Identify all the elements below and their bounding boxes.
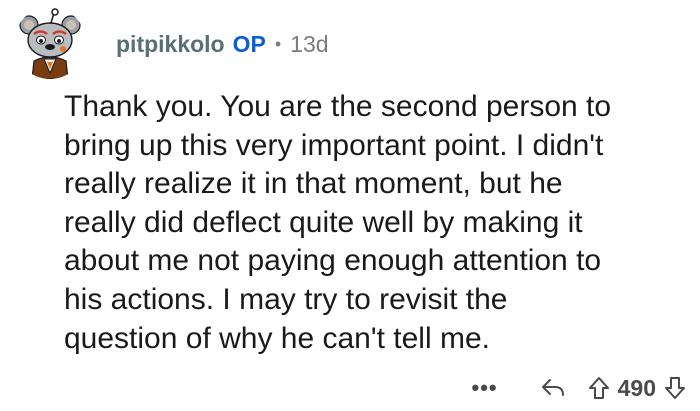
author-username[interactable]: pitpikkolo xyxy=(116,31,225,58)
reply-button[interactable] xyxy=(540,377,566,399)
op-badge: OP xyxy=(232,30,266,57)
comment-actions: ••• 490 xyxy=(472,372,686,404)
upvote-arrow-icon xyxy=(588,377,609,399)
meta-separator: • xyxy=(274,33,282,54)
more-options-button[interactable]: ••• xyxy=(472,377,498,399)
downvote-button[interactable] xyxy=(664,376,686,400)
snoo-avatar-icon[interactable] xyxy=(14,7,86,79)
upvote-button[interactable] xyxy=(588,376,610,400)
comment-body: Thank you. You are the second person to … xyxy=(64,90,612,355)
reply-icon xyxy=(541,379,564,396)
downvote-arrow-icon xyxy=(665,377,685,399)
vote-score: 490 xyxy=(617,374,656,401)
comment-age: 13d xyxy=(290,30,329,57)
comment-meta: pitpikkolo OP • 13d xyxy=(116,31,329,58)
comment-header: pitpikkolo OP • 13d xyxy=(14,7,329,79)
